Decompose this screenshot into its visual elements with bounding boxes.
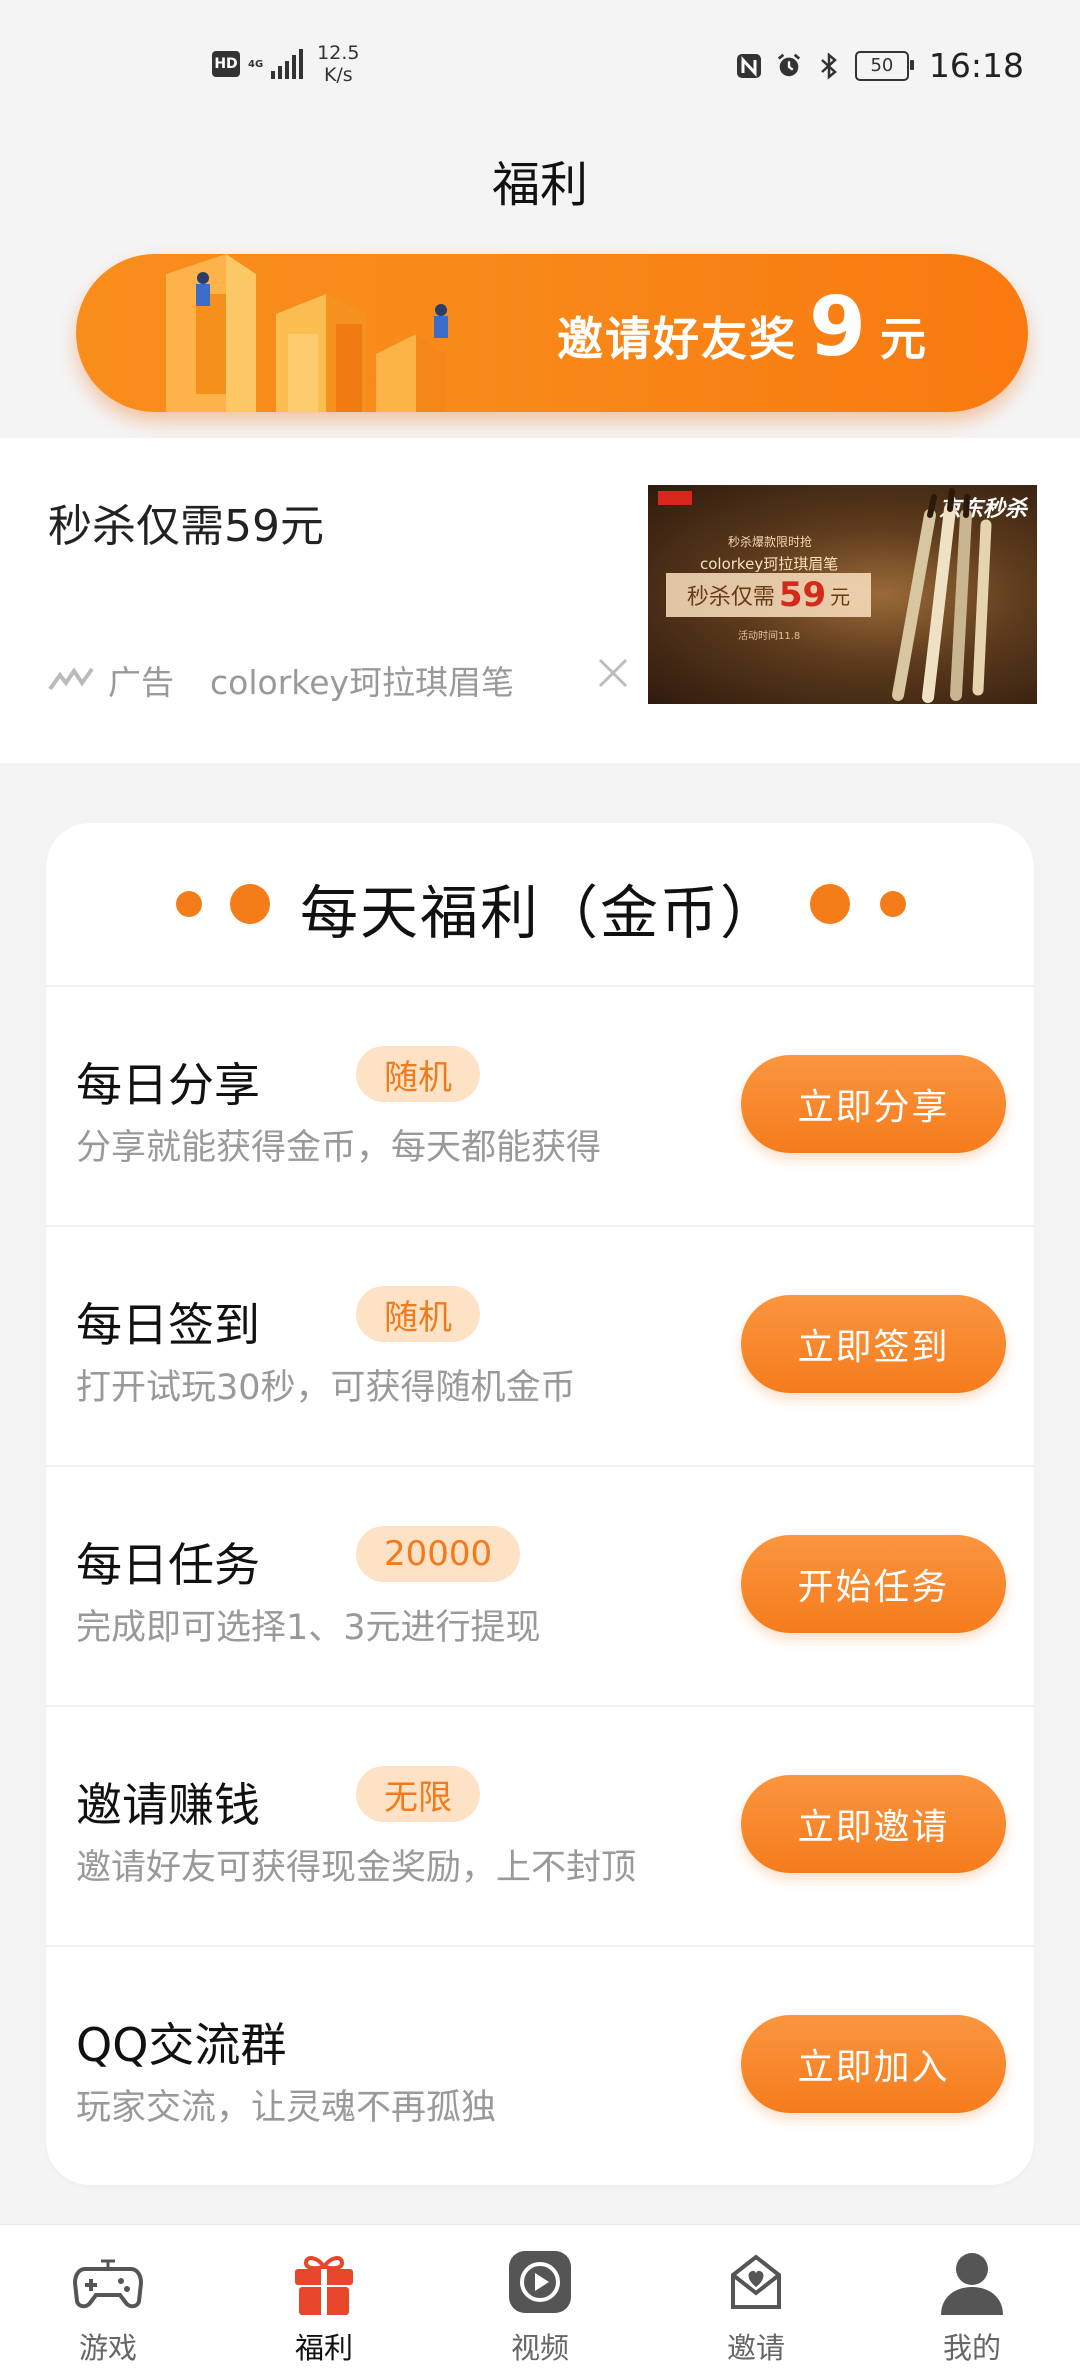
ad-source-icon bbox=[48, 667, 94, 691]
tab-games[interactable]: 游戏 bbox=[0, 2225, 216, 2377]
eyebrow-pencils-illustration bbox=[892, 488, 992, 703]
signin-button[interactable]: 立即签到 bbox=[741, 1295, 1006, 1393]
page-title: 福利 bbox=[491, 157, 588, 213]
task-title: QQ交流群 bbox=[76, 2018, 287, 2072]
bottom-tab-bar: 游戏 福利 视频 邀请 我的 bbox=[0, 2224, 1080, 2377]
task-title: 每日签到 bbox=[76, 1298, 260, 1352]
invite-icon bbox=[731, 2254, 781, 2309]
signal-icon bbox=[271, 49, 304, 79]
gift-icon bbox=[295, 2256, 353, 2315]
task-title: 每日任务 bbox=[76, 1538, 260, 1592]
ad-product: colorkey珂拉琪眉笔 bbox=[210, 663, 515, 702]
ad-block[interactable]: 秒杀仅需59元 广告 colorkey珂拉琪眉笔 京东秒杀 秒杀爆款限时抢 co… bbox=[0, 438, 1080, 763]
tab-label: 福利 bbox=[294, 2331, 353, 2365]
task-tag: 20000 bbox=[356, 1526, 521, 1582]
task-title: 邀请赚钱 bbox=[76, 1778, 260, 1832]
battery-icon: 50 bbox=[854, 50, 914, 81]
ad-meta: 广告 colorkey珂拉琪眉笔 bbox=[48, 656, 514, 704]
net-speed: 12.5 K/s bbox=[317, 42, 360, 86]
decor-dot bbox=[880, 891, 906, 917]
hd-badge: HD bbox=[212, 51, 240, 77]
invite-banner[interactable]: 邀请好友奖 9 元 bbox=[76, 254, 1028, 412]
clock: 16:18 bbox=[928, 46, 1024, 85]
ad-label: 广告 bbox=[108, 663, 174, 702]
task-tag: 无限 bbox=[356, 1766, 480, 1822]
task-desc: 完成即可选择1、3元进行提现 bbox=[76, 1608, 541, 1648]
tab-label: 游戏 bbox=[78, 2331, 137, 2365]
status-left: HD 4G 12.5 K/s bbox=[212, 42, 359, 86]
task-row-signin: 每日签到 随机 打开试玩30秒，可获得随机金币 立即签到 bbox=[46, 1227, 1034, 1467]
task-row-qq-group: QQ交流群 玩家交流，让灵魂不再孤独 立即加入 bbox=[46, 1947, 1034, 2185]
daily-welfare-card: 每天福利（金币） 每日分享 随机 分享就能获得金币，每天都能获得 立即分享 每日… bbox=[46, 823, 1034, 2185]
bluetooth-icon bbox=[821, 51, 837, 80]
gamepad-icon bbox=[72, 2259, 144, 2309]
task-desc: 分享就能获得金币，每天都能获得 bbox=[76, 1128, 602, 1168]
video-icon bbox=[509, 2251, 571, 2313]
task-tag: 随机 bbox=[356, 1286, 480, 1342]
card-header: 每天福利（金币） bbox=[46, 823, 1034, 987]
banner-text: 邀请好友奖 9 元 bbox=[556, 280, 928, 375]
share-button[interactable]: 立即分享 bbox=[741, 1055, 1006, 1153]
task-desc: 打开试玩30秒，可获得随机金币 bbox=[76, 1368, 576, 1408]
close-icon[interactable] bbox=[588, 648, 638, 698]
tab-label: 我的 bbox=[942, 2331, 1001, 2365]
join-group-button[interactable]: 立即加入 bbox=[741, 2015, 1006, 2113]
ad-title[interactable]: 秒杀仅需59元 bbox=[48, 490, 324, 554]
profile-icon bbox=[941, 2253, 1003, 2315]
task-row-daily-task: 每日任务 20000 完成即可选择1、3元进行提现 开始任务 bbox=[46, 1467, 1034, 1707]
task-tag: 随机 bbox=[356, 1046, 480, 1102]
tab-invite[interactable]: 邀请 bbox=[648, 2225, 864, 2377]
start-task-button[interactable]: 开始任务 bbox=[741, 1535, 1006, 1633]
task-desc: 玩家交流，让灵魂不再孤独 bbox=[76, 2088, 497, 2128]
task-row-invite: 邀请赚钱 无限 邀请好友可获得现金奖励，上不封顶 立即邀请 bbox=[46, 1707, 1034, 1947]
tab-video[interactable]: 视频 bbox=[432, 2225, 648, 2377]
invite-button[interactable]: 立即邀请 bbox=[741, 1775, 1006, 1873]
tab-welfare[interactable]: 福利 bbox=[216, 2225, 432, 2377]
status-right: 50 16:18 bbox=[735, 46, 1024, 85]
tab-profile[interactable]: 我的 bbox=[864, 2225, 1080, 2377]
alarm-icon bbox=[777, 53, 801, 76]
tab-label: 视频 bbox=[510, 2331, 569, 2365]
task-row-share: 每日分享 随机 分享就能获得金币，每天都能获得 立即分享 bbox=[46, 987, 1034, 1227]
decor-dot bbox=[810, 884, 850, 924]
network-type: 4G bbox=[248, 58, 264, 70]
nfc-icon bbox=[736, 53, 761, 78]
status-bar: HD 4G 12.5 K/s 50 16:18 bbox=[0, 0, 1080, 130]
task-title: 每日分享 bbox=[76, 1058, 260, 1112]
tab-label: 邀请 bbox=[726, 2331, 785, 2365]
task-desc: 邀请好友可获得现金奖励，上不封顶 bbox=[76, 1848, 637, 1888]
ad-image[interactable]: 京东秒杀 秒杀爆款限时抢 colorkey珂拉琪眉笔 秒杀仅需 59 元 活动时… bbox=[648, 485, 1037, 704]
